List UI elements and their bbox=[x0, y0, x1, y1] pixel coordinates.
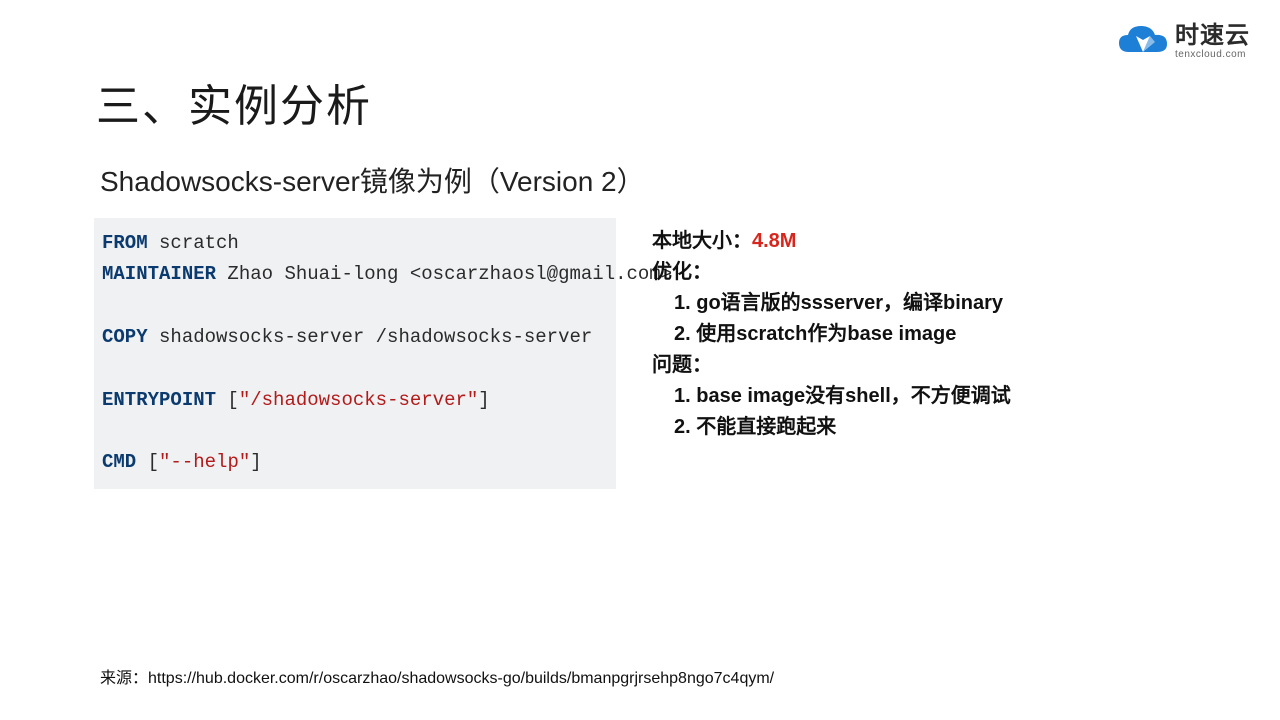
logo-name-en: tenxcloud.com bbox=[1175, 50, 1250, 60]
kw-cmd: CMD bbox=[102, 451, 136, 473]
val-copy: shadowsocks-server /shadowsocks-server bbox=[148, 326, 593, 348]
kw-copy: COPY bbox=[102, 326, 148, 348]
size-value: 4.8M bbox=[752, 230, 796, 252]
issue-item-2: 2. 不能直接跑起来 bbox=[652, 412, 1011, 443]
str-entrypoint: "/shadowsocks-server" bbox=[239, 389, 478, 411]
kw-entrypoint: ENTRYPOINT bbox=[102, 389, 216, 411]
cloud-icon bbox=[1115, 22, 1171, 62]
size-line: 本地大小：4.8M bbox=[652, 226, 1011, 257]
val-maintainer: Zhao Shuai-long <oscarzhaosl@gmail.com> bbox=[216, 263, 672, 285]
opt-item-2: 2. 使用scratch作为base image bbox=[652, 319, 1011, 350]
issue-header: 问题： bbox=[652, 350, 1011, 381]
slide-subtitle: Shadowsocks-server镜像为例（Version 2） bbox=[100, 160, 645, 200]
source-footer: 来源：https://hub.docker.com/r/oscarzhao/sh… bbox=[100, 664, 774, 688]
slide-title: 三、实例分析 bbox=[96, 70, 372, 134]
val-cmd-open: [ bbox=[136, 451, 159, 473]
opt-item-1: 1. go语言版的ssserver，编译binary bbox=[652, 288, 1011, 319]
logo-name-cn: 时速云 bbox=[1175, 24, 1250, 48]
size-label: 本地大小： bbox=[652, 230, 752, 252]
kw-maintainer: MAINTAINER bbox=[102, 263, 216, 285]
val-cmd-close: ] bbox=[250, 451, 261, 473]
str-cmd: "--help" bbox=[159, 451, 250, 473]
notes-block: 本地大小：4.8M 优化： 1. go语言版的ssserver，编译binary… bbox=[652, 226, 1011, 443]
kw-from: FROM bbox=[102, 232, 148, 254]
issue-item-1: 1. base image没有shell，不方便调试 bbox=[652, 381, 1011, 412]
opt-header: 优化： bbox=[652, 257, 1011, 288]
dockerfile-code: FROM scratch MAINTAINER Zhao Shuai-long … bbox=[94, 218, 616, 489]
brand-logo: 时速云 tenxcloud.com bbox=[1115, 22, 1250, 62]
val-entrypoint-close: ] bbox=[478, 389, 489, 411]
val-from: scratch bbox=[148, 232, 239, 254]
val-entrypoint-open: [ bbox=[216, 389, 239, 411]
